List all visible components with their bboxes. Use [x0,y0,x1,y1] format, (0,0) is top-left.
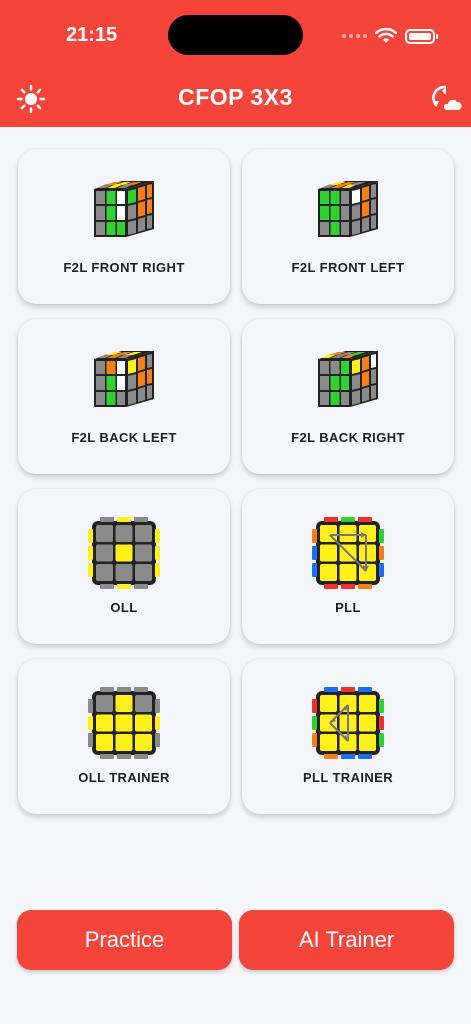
card-oll[interactable]: OLL [18,489,230,644]
signal-icon [342,34,367,38]
dynamic-island [168,15,303,55]
cube-f2l-front-left-icon [318,181,378,237]
card-label: F2L BACK RIGHT [291,430,405,445]
card-oll-trainer[interactable]: OLL TRAINER [18,659,230,814]
card-label: F2L FRONT LEFT [291,260,405,275]
card-label: F2L BACK LEFT [71,430,177,445]
card-label: PLL TRAINER [302,770,394,785]
status-time: 21:15 [66,24,118,46]
card-f2l-front-right[interactable]: F2L FRONT RIGHT [18,149,230,304]
status-indicators [342,27,438,45]
card-label: OLL [110,600,138,615]
card-pll[interactable]: PLL [242,489,454,644]
cube-oll-trainer-icon [88,687,160,759]
app-header: 21:15 CFOP 3X3 [0,0,471,127]
wifi-icon [375,28,397,43]
card-f2l-back-left[interactable]: F2L BACK LEFT [18,319,230,474]
card-label: F2L FRONT RIGHT [63,260,185,275]
battery-icon [405,28,438,44]
card-f2l-back-right[interactable]: F2L BACK RIGHT [242,319,454,474]
cube-f2l-front-right-icon [94,181,154,237]
cube-f2l-back-left-icon [94,351,154,407]
ai-trainer-button[interactable]: AI Trainer [239,910,454,970]
sync-icon [432,85,462,110]
cube-pll-icon [312,517,384,589]
practice-button[interactable]: Practice [17,910,232,970]
cube-oll-icon [88,517,160,589]
card-label: PLL [335,600,361,615]
cube-pll-trainer-icon [312,687,384,759]
sync-button[interactable] [430,82,464,116]
card-f2l-front-left[interactable]: F2L FRONT LEFT [242,149,454,304]
page-title: CFOP 3X3 [178,84,293,110]
card-label: OLL TRAINER [78,770,170,785]
card-pll-trainer[interactable]: PLL TRAINER [242,659,454,814]
cube-f2l-back-right-icon [318,351,378,407]
